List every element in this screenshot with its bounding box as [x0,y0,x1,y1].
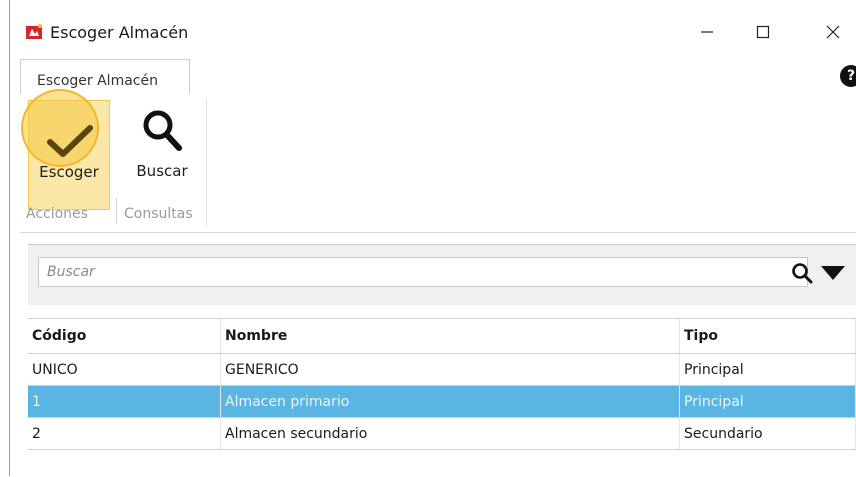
warehouse-table: Código Nombre Tipo UNICO GENERICO Princi… [28,318,856,477]
cell-name: GENERICO [220,353,680,386]
column-header-name[interactable]: Nombre [220,319,680,354]
background-window-edge [0,0,10,476]
cell-code: UNICO [28,353,221,386]
title-bar: Escoger Almacén [10,0,856,62]
group-divider [206,100,207,226]
cell-type: Secundario [679,417,856,450]
cell-type: Principal [679,385,856,418]
table-row-selected[interactable]: 1 Almacen primario Principal [28,385,856,418]
tab-label: Escoger Almacén [37,73,158,89]
column-header-type[interactable]: Tipo [679,319,856,354]
search-bar [28,244,856,305]
cell-name: Almacen primario [220,385,680,418]
dropdown-arrow-icon[interactable] [820,265,846,281]
maximize-button[interactable] [740,14,786,50]
table-header-row: Código Nombre Tipo [28,319,856,354]
search-field[interactable] [38,257,813,287]
choose-button[interactable]: Escoger [21,89,110,210]
group-separator [116,198,117,224]
window-title: Escoger Almacén [50,23,189,42]
group-label-queries: Consultas [124,206,193,222]
ribbon-panel: Escoger Buscar Acciones Consultas [20,89,856,233]
search-input[interactable] [39,258,755,286]
check-icon [47,125,93,157]
magnifier-icon [143,110,182,151]
search-button-label: Buscar [136,162,188,180]
help-icon[interactable]: ? [840,65,856,87]
ribbon-tab-row: Escoger Almacén ? [20,59,856,95]
cell-name: Almacen secundario [220,417,680,450]
app-icon [26,24,42,39]
search-button[interactable]: Buscar [122,100,202,210]
search-icon[interactable] [791,262,813,284]
minimize-button[interactable] [684,14,730,50]
cell-type: Principal [679,353,856,386]
table-row[interactable]: 2 Almacen secundario Secundario [28,417,856,450]
dialog-window: Escoger Almacén Escoger Almacén ? Escoge… [10,0,856,477]
column-header-code[interactable]: Código [28,319,221,354]
tab-escoger-almacen[interactable]: Escoger Almacén [20,59,190,95]
table-row[interactable]: UNICO GENERICO Principal [28,353,856,386]
close-icon [826,25,840,39]
minimize-icon [701,31,713,33]
close-button[interactable] [810,14,856,50]
cell-code: 2 [28,417,221,450]
choose-button-label: Escoger [39,163,99,181]
cell-code: 1 [28,385,221,418]
maximize-icon [756,25,770,39]
group-label-actions: Acciones [26,206,88,222]
